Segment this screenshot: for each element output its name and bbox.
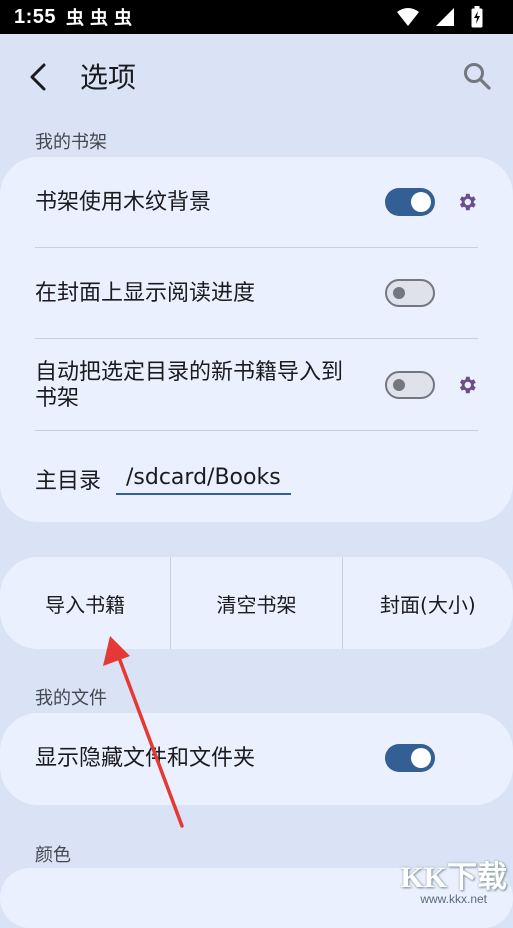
bookshelf-actions: 导入书籍 清空书架 封面(大小) <box>0 557 513 649</box>
battery-icon <box>471 6 483 28</box>
setting-label: 自动把选定目录的新书籍导入到书架 <box>35 360 344 411</box>
section-title-files: 我的文件 <box>35 688 107 709</box>
show-hidden-toggle[interactable] <box>385 744 435 772</box>
status-time: 1:55 <box>14 5 57 28</box>
divider <box>35 247 478 248</box>
section-title-bookshelf: 我的书架 <box>35 132 107 153</box>
auto-import-toggle[interactable] <box>385 371 435 399</box>
cover-size-button[interactable]: 封面(大小) <box>343 557 513 649</box>
watermark-logo: KK下载 <box>400 861 507 894</box>
page-title: 选项 <box>80 61 137 94</box>
reading-progress-toggle[interactable] <box>385 279 435 307</box>
setting-label: 显示隐藏文件和文件夹 <box>35 746 256 771</box>
main-dir-label: 主目录 <box>35 469 102 494</box>
main-dir-field[interactable] <box>116 461 291 495</box>
import-books-button[interactable]: 导入书籍 <box>0 557 170 649</box>
wood-background-toggle[interactable] <box>385 188 435 216</box>
gear-icon[interactable] <box>456 191 478 213</box>
signal-icon <box>436 8 454 26</box>
setting-label: 书架使用木纹背景 <box>35 190 212 215</box>
notification-glyph: 虫 <box>90 8 109 28</box>
section-title-colors: 颜色 <box>35 845 71 866</box>
divider <box>35 430 478 431</box>
files-card: 显示隐藏文件和文件夹 <box>0 713 513 805</box>
app-bar: 选项 <box>0 34 513 118</box>
search-icon[interactable] <box>461 60 493 92</box>
notification-glyph: 虫 <box>114 8 133 28</box>
back-arrow-icon[interactable] <box>22 60 56 94</box>
gear-icon[interactable] <box>456 374 478 396</box>
divider <box>35 338 478 339</box>
setting-label: 在封面上显示阅读进度 <box>35 281 256 306</box>
notification-icons: 虫 虫 虫 <box>66 4 132 30</box>
wifi-icon <box>397 8 419 26</box>
watermark: KK下载 www.kkx.net <box>400 852 507 906</box>
notification-glyph: 虫 <box>66 8 85 28</box>
bookshelf-card: 书架使用木纹背景 在封面上显示阅读进度 自动把选定目录的新书籍导入到书架 主目录 <box>0 157 513 522</box>
setting-row-auto-import[interactable]: 自动把选定目录的新书籍导入到书架 <box>35 358 363 414</box>
status-bar: 1:55 虫 虫 虫 <box>0 0 513 34</box>
clear-shelf-button[interactable]: 清空书架 <box>171 557 341 649</box>
